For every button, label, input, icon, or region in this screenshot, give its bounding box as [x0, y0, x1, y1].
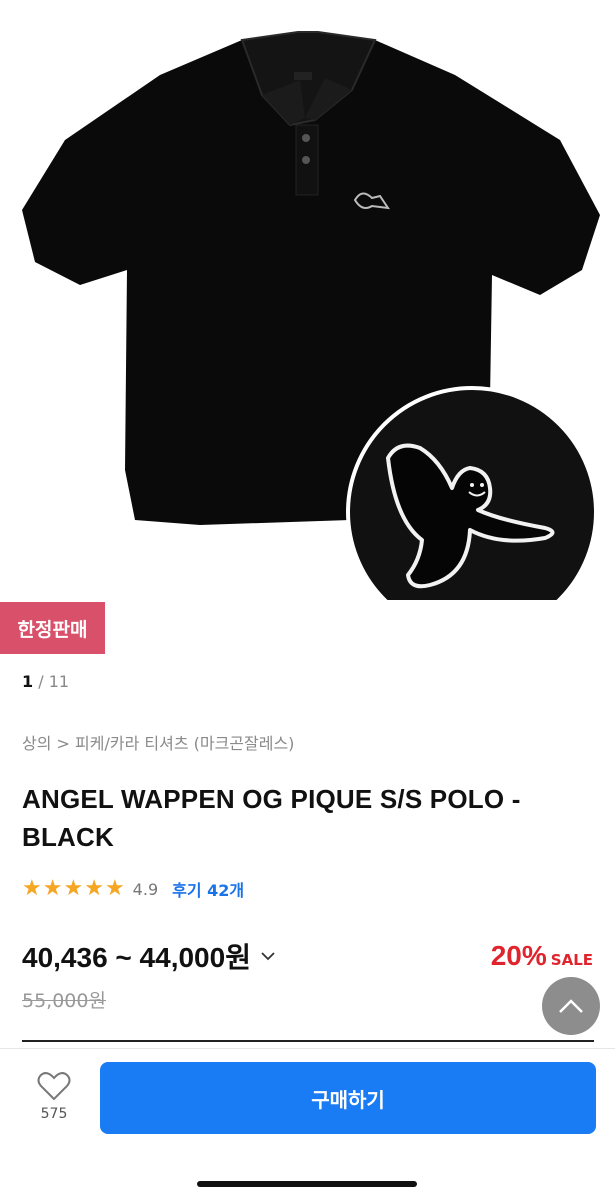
sale-label: SALE — [550, 951, 593, 969]
rating-score: 4.9 — [132, 879, 159, 899]
buy-button[interactable]: 구매하기 — [100, 1062, 596, 1134]
image-pager: 1 / 11 — [22, 672, 69, 691]
divider — [22, 1040, 594, 1042]
home-indicator — [197, 1181, 417, 1187]
reviews-link[interactable]: 후기 42개 — [172, 877, 244, 901]
heart-icon — [37, 1072, 71, 1101]
pager-separator: / — [33, 672, 49, 691]
pager-current: 1 — [22, 672, 34, 691]
breadcrumb[interactable]: 상의 > 피케/카라 티셔츠 (마크곤잘레스) — [22, 730, 294, 754]
chevron-down-icon — [261, 952, 275, 961]
limited-sale-badge: 한정판매 — [0, 602, 105, 654]
product-image — [22, 31, 600, 600]
like-count: 575 — [40, 1106, 68, 1122]
star-icon: ★ — [104, 876, 125, 901]
original-price: 55,000원 — [22, 990, 106, 1012]
star-rating: ★ ★ ★ ★ ★ — [22, 878, 125, 900]
scroll-to-top-button[interactable] — [542, 977, 600, 1035]
rating-row: ★ ★ ★ ★ ★ 4.9 후기 42개 — [22, 875, 244, 903]
star-icon: ★ — [63, 876, 84, 901]
chevron-up-icon — [559, 999, 583, 1013]
star-icon: ★ — [22, 876, 42, 901]
discount-percent: 20% — [490, 940, 547, 971]
product-image-gallery[interactable] — [0, 0, 615, 665]
star-icon: ★ — [42, 876, 63, 901]
like-button[interactable]: 575 — [30, 1070, 78, 1122]
star-icon: ★ — [84, 876, 104, 901]
price-selector[interactable]: 40,436 ~ 44,000원 — [22, 936, 277, 976]
price-range: 40,436 ~ 44,000원 — [22, 942, 251, 973]
pager-total: 11 — [48, 672, 70, 691]
discount-label: 20% SALE — [491, 940, 593, 972]
product-title: ANGEL WAPPEN OG PIQUE S/S POLO - BLACK — [22, 784, 521, 852]
